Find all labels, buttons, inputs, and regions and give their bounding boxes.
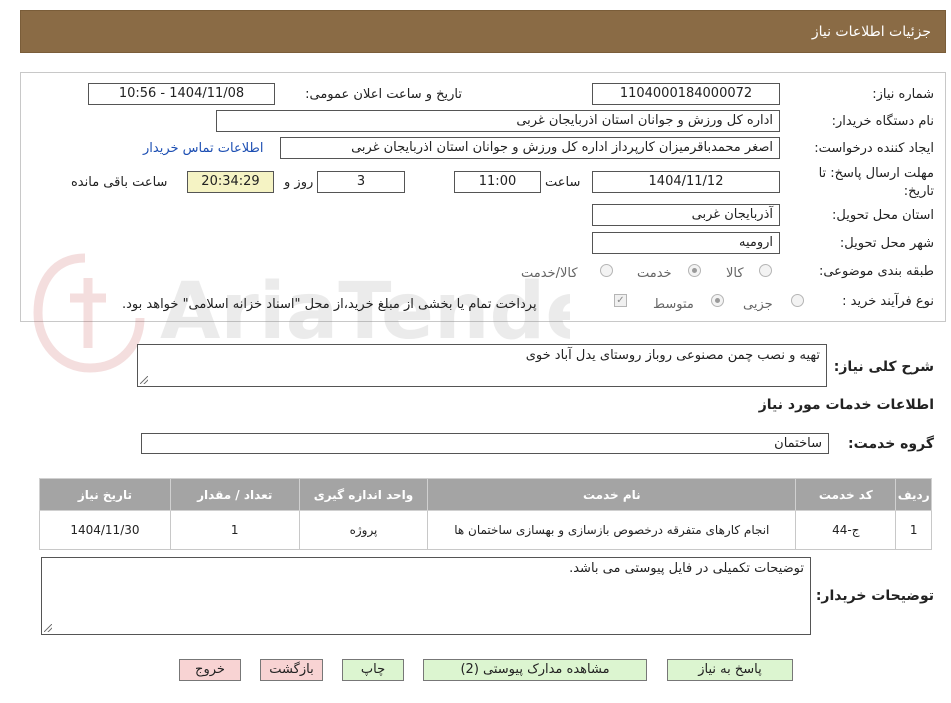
creator-label: ایجاد کننده درخواست: (814, 141, 934, 156)
column-header-quantity: تعداد / مقدار (169, 478, 300, 511)
need-number-label: شماره نیاز: (872, 87, 934, 102)
need-number-field: 1104000184000072 (592, 83, 780, 105)
cell-need-date: 1404/11/30 (39, 510, 171, 550)
view-attachments-button[interactable]: مشاهده مدارک پیوستی (2) (423, 659, 647, 681)
description-textarea[interactable]: تهیه و نصب چمن مصنوعی روباز روستای یدل آ… (137, 344, 827, 387)
column-header-unit: واحد اندازه گیری (298, 478, 429, 511)
buyer-contact-link[interactable]: اطلاعات تماس خریدار (143, 141, 263, 156)
deadline-date-label: تاریخ: (903, 184, 934, 199)
creator-field: اصغر محمدباقرمیزان کارپرداز اداره کل ورز… (280, 137, 780, 159)
process-radio-medium[interactable] (711, 294, 724, 307)
process-option-medium: متوسط (653, 297, 694, 312)
description-label: شرح کلی نیاز: (833, 359, 934, 375)
buyer-notes-textarea[interactable]: توضیحات تکمیلی در فایل پیوستی می باشد. (41, 557, 811, 635)
table-header-row: ردیف کد خدمت نام خدمت واحد اندازه گیری ت… (39, 478, 932, 511)
print-button[interactable]: چاپ (342, 659, 404, 681)
province-field: آذربایجان غربی (592, 204, 780, 226)
process-option-minor: جزیی (743, 297, 773, 312)
page-header: جزئیات اطلاعات نیاز (20, 10, 946, 53)
services-section-title: اطلاعات خدمات مورد نیاز (758, 397, 934, 413)
category-radio-service[interactable] (688, 264, 701, 277)
days-label: روز و (284, 175, 314, 190)
cell-row-number: 1 (895, 510, 932, 550)
category-option-goods-service: کالا/خدمت (521, 266, 578, 281)
process-label: نوع فرآیند خرید : (842, 294, 934, 309)
category-option-goods: کالا (726, 266, 744, 281)
buyer-notes-label: توضیحات خریدار: (815, 588, 934, 604)
resize-grip-icon[interactable] (44, 624, 52, 632)
treasury-payment-note: پرداخت تمام یا بخشی از مبلغ خرید،از محل … (122, 297, 537, 312)
remaining-label: ساعت باقی مانده (71, 175, 168, 190)
reply-button[interactable]: پاسخ به نیاز (667, 659, 793, 681)
column-header-service-name: نام خدمت (427, 478, 797, 511)
table-row: 1 ج-44 انجام کارهای متفرقه درخصوص بازساز… (39, 510, 932, 550)
deadline-time-label: ساعت (545, 175, 581, 190)
description-text: تهیه و نصب چمن مصنوعی روباز روستای یدل آ… (525, 348, 820, 363)
buyer-notes-text: توضیحات تکمیلی در فایل پیوستی می باشد. (569, 561, 804, 576)
process-radio-minor[interactable] (791, 294, 804, 307)
city-label: شهر محل تحویل: (839, 236, 934, 251)
remaining-days-field: 3 (317, 171, 405, 193)
cell-service-code: ج-44 (795, 510, 897, 550)
category-label: طبقه بندی موضوعی: (818, 264, 934, 279)
deadline-time-field: 11:00 (454, 171, 541, 193)
remaining-time-field: 20:34:29 (187, 171, 274, 193)
treasury-checkbox[interactable]: ✓ (614, 294, 627, 307)
buyer-org-label: نام دستگاه خریدار: (831, 114, 934, 129)
column-header-need-date: تاریخ نیاز (39, 478, 171, 511)
city-field: ارومیه (592, 232, 780, 254)
announce-label: تاریخ و ساعت اعلان عمومی: (305, 87, 462, 102)
deadline-date-field: 1404/11/12 (592, 171, 780, 193)
category-radio-goods[interactable] (759, 264, 772, 277)
service-group-field: ساختمان (141, 433, 829, 454)
column-header-service-code: کد خدمت (795, 478, 897, 511)
column-header-row-number: ردیف (895, 478, 932, 511)
cell-service-name: انجام کارهای متفرقه درخصوص بازسازی و بهس… (427, 510, 797, 550)
category-radio-goods-service[interactable] (600, 264, 613, 277)
service-group-label: گروه خدمت: (848, 436, 934, 452)
page-title: جزئیات اطلاعات نیاز (811, 23, 931, 40)
cell-unit: پروژه (298, 510, 429, 550)
services-table: ردیف کد خدمت نام خدمت واحد اندازه گیری ت… (39, 478, 932, 550)
buyer-org-field: اداره کل ورزش و جوانان استان اذربایجان غ… (216, 110, 780, 132)
deadline-label: مهلت ارسال پاسخ: تا (818, 166, 934, 181)
province-label: استان محل تحویل: (832, 208, 934, 223)
cell-quantity: 1 (169, 510, 300, 550)
category-option-service: خدمت (637, 266, 672, 281)
exit-button[interactable]: خروج (179, 659, 241, 681)
resize-grip-icon[interactable] (140, 376, 148, 384)
back-button[interactable]: بازگشت (260, 659, 323, 681)
announce-datetime-field: 1404/11/08 - 10:56 (88, 83, 275, 105)
